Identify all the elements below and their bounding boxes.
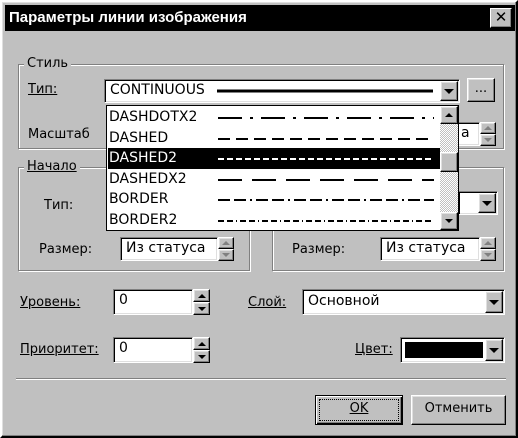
color-dropdown-button[interactable] <box>485 339 503 361</box>
level-value: 0 <box>119 292 128 308</box>
linetype-combobox[interactable]: CONTINUOUS <box>104 79 460 103</box>
end-size-label: Размер: <box>292 242 346 257</box>
color-label: Цвет: <box>355 342 393 357</box>
scroll-up-button[interactable] <box>440 106 458 124</box>
end-size-spinner-up[interactable] <box>480 237 496 249</box>
level-label: Уровень: <box>20 295 81 310</box>
linetype-option-label: DASHEDX2 <box>109 170 187 187</box>
close-button[interactable]: ✕ <box>490 8 512 28</box>
end-size-spinner-down[interactable] <box>480 249 496 261</box>
linetype-dropdown-button[interactable] <box>440 81 458 101</box>
style-group-label: Стиль <box>24 56 72 71</box>
end-size-field[interactable]: Из статуса <box>380 237 480 261</box>
scale-spinner-down[interactable] <box>480 134 496 146</box>
priority-spinner-up[interactable] <box>193 337 210 350</box>
chevron-down-icon <box>489 348 499 353</box>
color-combobox[interactable] <box>400 337 505 363</box>
priority-value: 0 <box>119 340 128 356</box>
arrow-up-icon <box>222 241 230 245</box>
color-swatch <box>405 342 483 358</box>
linetype-option-label: BORDER <box>109 191 169 207</box>
linetype-dropdown-list: DASHDOTX2 DASHED DASHED2 DASHEDX2 BORDER BORD… <box>106 105 459 231</box>
title-bar: Параметры линии изображения ✕ <box>5 5 515 31</box>
scroll-down-button[interactable] <box>440 212 458 230</box>
priority-spinner[interactable] <box>193 337 210 363</box>
linetype-pattern-preview <box>218 219 434 222</box>
end-type-dropdown-button[interactable] <box>478 193 496 213</box>
chevron-down-icon <box>444 89 454 94</box>
linetype-pattern-preview <box>218 137 434 140</box>
arrow-up-icon <box>445 113 453 117</box>
scale-spinner-up[interactable] <box>480 122 496 134</box>
arrow-down-icon <box>484 253 492 257</box>
linetype-list-scrollbar[interactable] <box>440 106 458 230</box>
priority-label: Приоритет: <box>20 342 99 357</box>
start-size-spinner[interactable] <box>218 237 234 261</box>
level-spinner[interactable] <box>193 289 210 315</box>
arrow-down-icon <box>222 253 230 257</box>
linetype-pattern-preview <box>218 178 434 181</box>
linetype-pattern-preview <box>218 158 434 160</box>
level-spinner-up[interactable] <box>193 289 210 302</box>
arrow-up-icon <box>484 126 492 130</box>
linetype-option[interactable]: DASHDOTX2 <box>108 107 440 128</box>
scale-field-value: а <box>461 125 470 141</box>
arrow-up-icon <box>484 241 492 245</box>
cancel-button[interactable]: Отменить <box>411 395 506 425</box>
line-parameters-dialog: Параметры линии изображения ✕ Стиль Тип:… <box>0 0 518 438</box>
arrow-down-icon <box>445 219 453 223</box>
priority-spinner-down[interactable] <box>193 350 210 363</box>
linetype-option[interactable]: DASHEDX2 <box>108 169 440 190</box>
start-size-spinner-up[interactable] <box>218 237 234 249</box>
priority-field[interactable]: 0 <box>113 337 193 363</box>
ok-button[interactable]: OK <box>315 395 403 425</box>
start-size-label: Размер: <box>39 242 93 257</box>
layer-combobox[interactable]: Основной <box>302 289 505 315</box>
layer-value: Основной <box>308 293 380 309</box>
browse-linetype-button[interactable]: ... <box>467 78 495 102</box>
start-size-spinner-down[interactable] <box>218 249 234 261</box>
linetype-option[interactable]: BORDER <box>108 189 440 210</box>
linetype-option[interactable]: DASHED <box>108 128 440 149</box>
end-type-combobox[interactable] <box>458 191 498 215</box>
arrow-up-icon <box>197 293 206 298</box>
separator <box>16 378 506 380</box>
linetype-option[interactable]: BORDER2 <box>108 210 440 231</box>
linetype-pattern-preview <box>218 117 434 119</box>
linetype-pattern-preview <box>218 199 434 201</box>
start-group-label: Начало <box>24 159 80 174</box>
style-type-label: Тип: <box>28 82 58 97</box>
linetype-option-label: DASHDOTX2 <box>109 109 198 125</box>
layer-label: Слой: <box>248 295 287 310</box>
linetype-option-label: DASHED <box>109 129 169 146</box>
dialog-title: Параметры линии изображения <box>9 9 247 26</box>
end-size-value: Из статуса <box>386 240 466 256</box>
chevron-down-icon <box>482 201 492 206</box>
continuous-line-preview <box>217 89 433 93</box>
start-size-value: Из статуса <box>126 240 206 256</box>
start-type-label: Тип: <box>44 198 74 213</box>
arrow-down-icon <box>197 354 206 359</box>
end-size-spinner[interactable] <box>480 237 496 261</box>
chevron-down-icon <box>489 300 499 305</box>
scroll-thumb[interactable] <box>440 152 458 172</box>
linetype-option-label: BORDER2 <box>109 211 178 228</box>
level-spinner-down[interactable] <box>193 302 210 315</box>
linetype-option[interactable]: DASHED2 <box>108 148 440 169</box>
start-size-field[interactable]: Из статуса <box>120 237 218 261</box>
arrow-down-icon <box>484 138 492 142</box>
scale-spinner[interactable] <box>480 122 496 146</box>
linetype-combobox-value: CONTINUOUS <box>110 82 205 98</box>
level-field[interactable]: 0 <box>113 289 193 315</box>
linetype-option-label: DASHED2 <box>109 150 178 166</box>
layer-dropdown-button[interactable] <box>485 291 503 313</box>
arrow-down-icon <box>197 306 206 311</box>
close-icon: ✕ <box>494 8 508 26</box>
scale-label: Масштаб <box>28 127 90 142</box>
arrow-up-icon <box>197 341 206 346</box>
